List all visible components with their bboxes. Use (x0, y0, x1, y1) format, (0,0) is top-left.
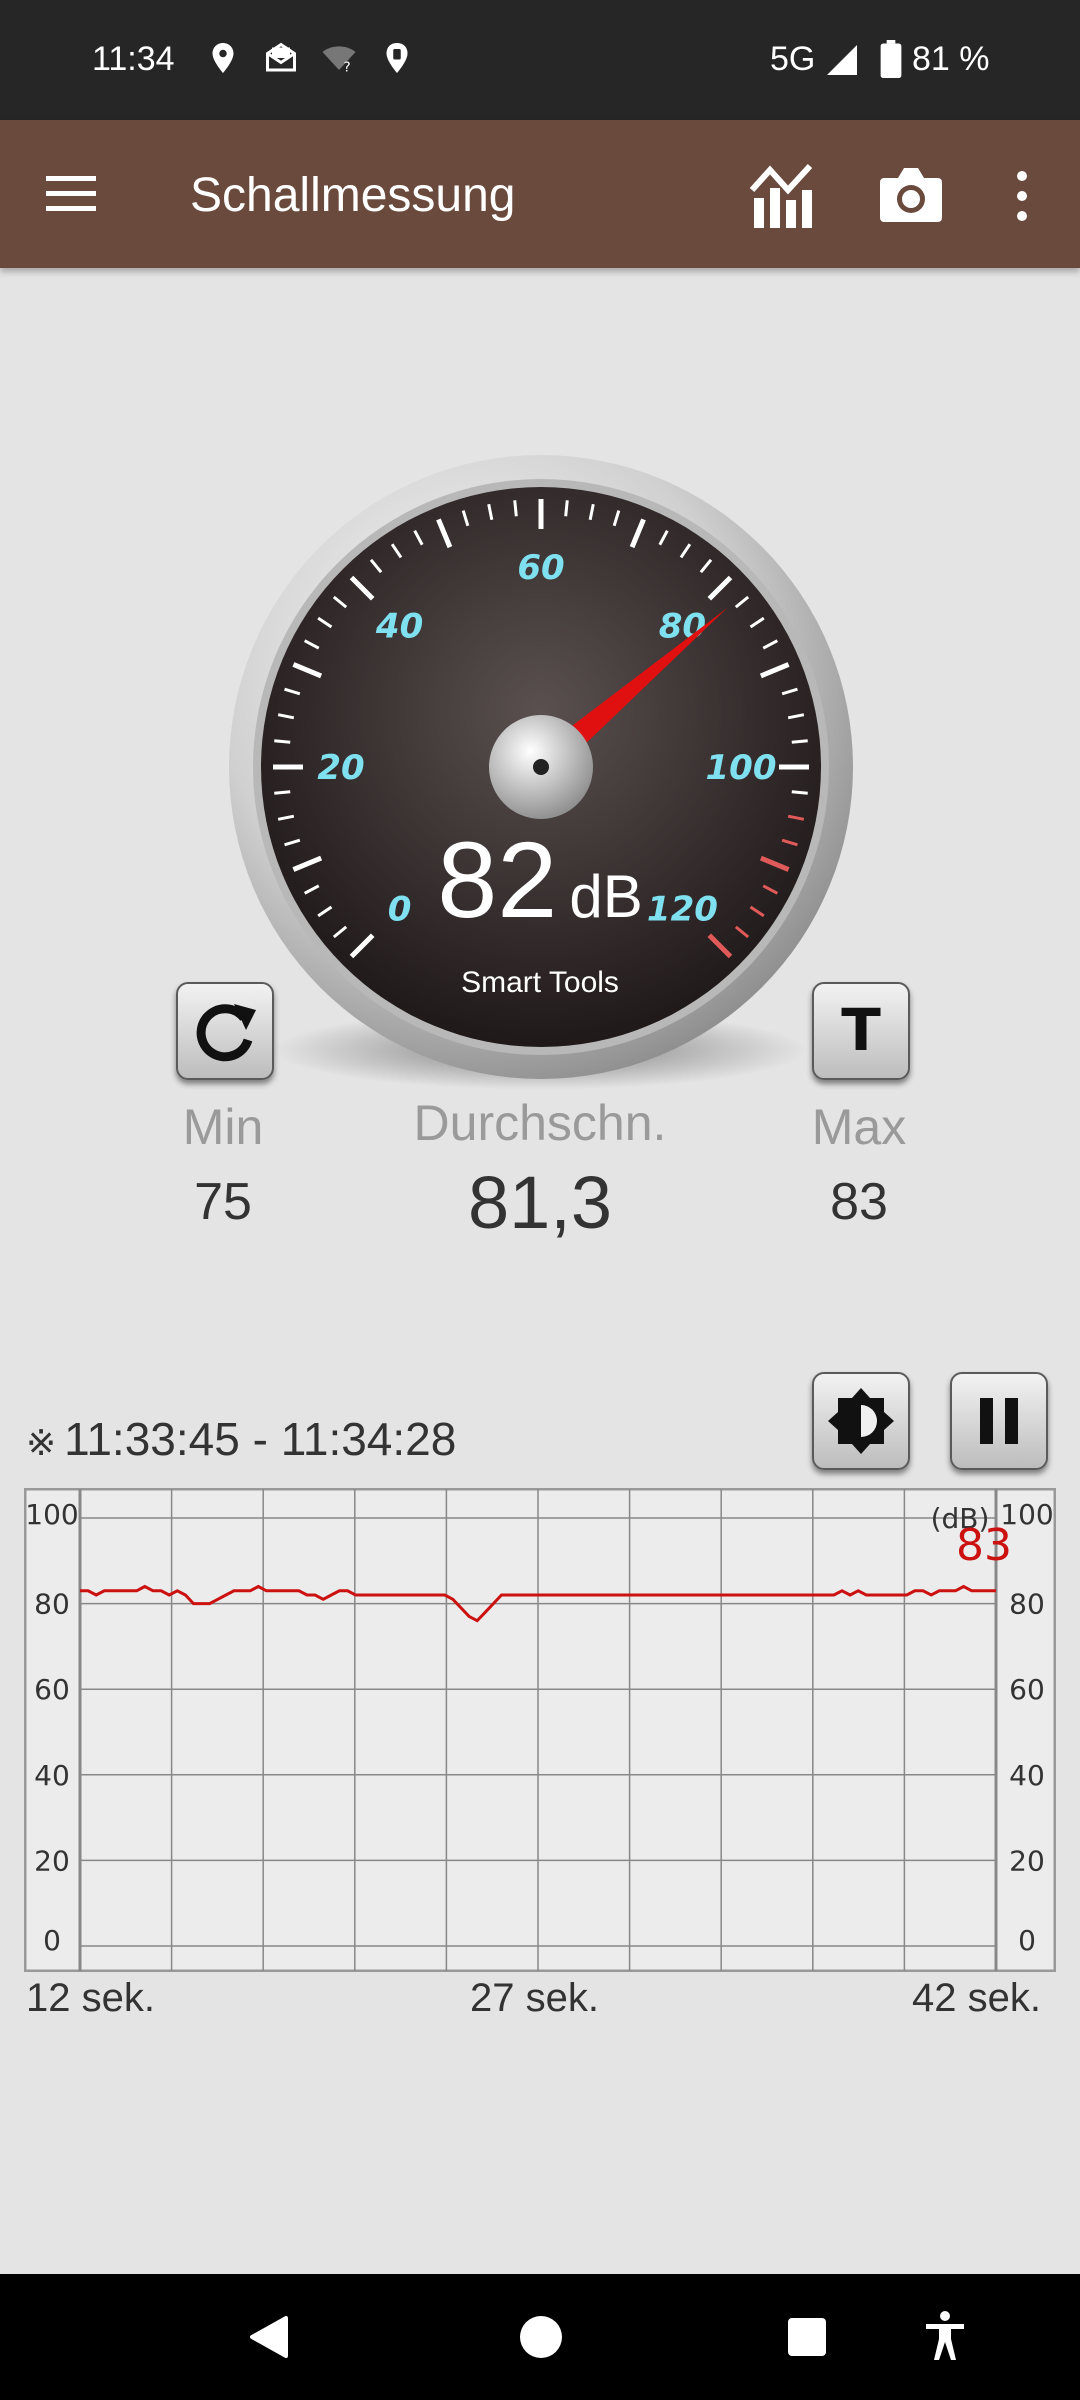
gauge-scale-label: 20 (317, 748, 364, 788)
menu-icon[interactable] (44, 172, 98, 216)
mail-icon (266, 42, 296, 72)
min-label: Min (182, 1099, 264, 1155)
brightness-button[interactable] (812, 1372, 910, 1470)
x-label-end: 42 sek. (912, 1976, 1041, 2020)
gauge-scale-label: 60 (517, 548, 564, 588)
chart-y-tick-right: 60 (1009, 1673, 1045, 1706)
time-range: ※ 11:33:45 - 11:34:28 (26, 1412, 456, 1466)
t-button[interactable]: T (812, 982, 910, 1080)
chart-y-tick-right: 20 (1009, 1844, 1045, 1877)
max-value: 83 (830, 1173, 888, 1231)
accessibility-icon[interactable] (924, 2310, 966, 2362)
history-chart: 100 10080 8060 6040 4020 200 0 (dB) 83 (24, 1488, 1056, 1972)
gauge-tick (791, 790, 808, 795)
network-type: 5G (770, 40, 816, 78)
chart-current-value: 83 (956, 1520, 1012, 1571)
pause-icon (980, 1398, 1018, 1444)
x-label-start: 12 sek. (26, 1976, 155, 2020)
current-db-readout: 82 dB (380, 820, 700, 957)
gauge-brand: Smart Tools (461, 966, 619, 999)
min-value: 75 (194, 1173, 252, 1231)
pause-button[interactable] (950, 1372, 1048, 1470)
gauge-tick (274, 739, 291, 744)
app-title: Schallmessung (190, 169, 516, 222)
gauge-hub-dot (533, 759, 549, 775)
battery-percent: 81 % (912, 40, 990, 78)
gauge-scale-label: 80 (659, 607, 706, 647)
reset-button[interactable] (176, 982, 274, 1080)
chart-frame (24, 1488, 1056, 1972)
t-button-label: T (841, 996, 881, 1064)
gauge-tick (791, 739, 808, 744)
gauge-tick (274, 790, 291, 795)
camera-icon[interactable] (876, 164, 946, 226)
location-icon (212, 43, 234, 73)
chart-y-tick-left: 100 (25, 1498, 78, 1531)
x-label-mid: 27 sek. (470, 1976, 599, 2020)
refresh-icon (196, 1004, 256, 1062)
chart-y-tick-right: 40 (1009, 1759, 1045, 1792)
current-db-value: 82 (437, 819, 558, 940)
chart-y-tick-left: 40 (34, 1759, 70, 1792)
signal-icon (827, 45, 857, 75)
svg-text:?: ? (344, 60, 351, 76)
status-time: 11:34 (92, 40, 175, 78)
recents-icon[interactable] (786, 2316, 828, 2358)
gauge-tick (564, 500, 569, 517)
battery-icon (880, 40, 902, 78)
back-icon[interactable] (246, 2314, 292, 2360)
chart-y-tick-left: 20 (34, 1844, 70, 1877)
chart-y-tick-right: 0 (1018, 1924, 1036, 1957)
brightness-icon (828, 1388, 894, 1454)
chart-y-tick-left: 80 (34, 1588, 70, 1621)
gauge-tick (513, 500, 518, 517)
current-db-unit: dB (569, 863, 643, 930)
more-icon[interactable] (1004, 166, 1040, 226)
gauge-scale-label: 100 (706, 748, 777, 788)
average-value: 81,3 (467, 1161, 613, 1244)
chart-y-tick-left: 60 (34, 1673, 70, 1706)
wifi-unknown-icon: ? (322, 46, 356, 76)
t-icon: T (841, 996, 881, 1064)
max-label: Max (811, 1099, 907, 1155)
chart-y-tick-right: 80 (1009, 1588, 1045, 1621)
time-range-mark: ※ (26, 1422, 57, 1463)
app-bar: Schallmessung (0, 120, 1080, 268)
gauge-scale-label: 40 (375, 607, 423, 647)
chart-y-tick-left: 0 (43, 1924, 61, 1957)
navigation-bar (0, 2274, 1080, 2400)
average-label: Durchschn. (413, 1095, 667, 1151)
status-bar: 11:34 ? 5G 81 % (0, 0, 1080, 120)
time-range-text: 11:33:45 - 11:34:28 (64, 1413, 457, 1465)
maps-icon (386, 43, 408, 73)
chart-icon[interactable] (748, 160, 818, 230)
status-icons: ? (205, 38, 415, 78)
home-icon[interactable] (518, 2314, 564, 2360)
